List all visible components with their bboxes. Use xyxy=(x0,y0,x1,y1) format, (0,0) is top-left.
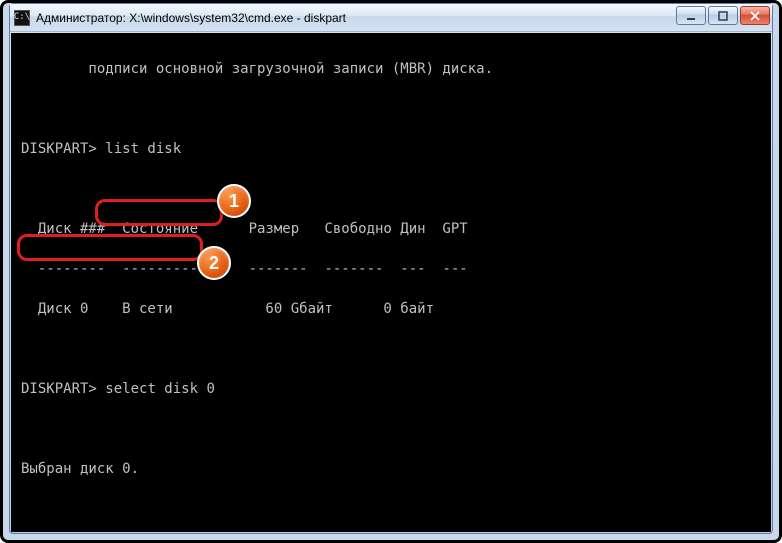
terminal-area[interactable]: подписи основной загрузочной записи (MBR… xyxy=(11,33,771,532)
minimize-icon xyxy=(686,11,696,21)
terminal-line xyxy=(21,99,761,119)
terminal-line xyxy=(21,179,761,199)
outer-frame: C:\ Администратор: X:\windows\system32\c… xyxy=(0,0,782,543)
close-button[interactable] xyxy=(740,6,770,25)
terminal-line xyxy=(21,339,761,359)
cmd-window: C:\ Администратор: X:\windows\system32\c… xyxy=(9,3,773,534)
window-title: Администратор: X:\windows\system32\cmd.e… xyxy=(36,11,346,25)
titlebar[interactable]: C:\ Администратор: X:\windows\system32\c… xyxy=(10,4,772,32)
window-controls xyxy=(676,6,770,25)
terminal-line: DISKPART> select disk 0 xyxy=(21,379,761,399)
table-rule: -------- ------------- ------- ------- -… xyxy=(21,259,761,279)
command-text: select disk 0 xyxy=(105,381,215,397)
prompt-label: DISKPART> xyxy=(21,381,105,397)
table-row: Диск 0 В сети 60 Gбайт 0 байт xyxy=(21,299,761,319)
terminal-line: Выбран диск 0. xyxy=(21,459,761,479)
maximize-button[interactable] xyxy=(708,6,738,25)
terminal-line xyxy=(21,419,761,439)
cmd-icon-glyph: C:\ xyxy=(14,13,30,22)
terminal-line xyxy=(21,499,761,519)
cmd-icon: C:\ xyxy=(14,10,30,26)
minimize-button[interactable] xyxy=(676,6,706,25)
table-header: Диск ### Состояние Размер Свободно Дин G… xyxy=(21,219,761,239)
terminal-line: DISKPART> list disk xyxy=(21,139,761,159)
close-icon xyxy=(750,11,760,21)
terminal-line: подписи основной загрузочной записи (MBR… xyxy=(21,59,761,79)
maximize-icon xyxy=(718,11,728,21)
